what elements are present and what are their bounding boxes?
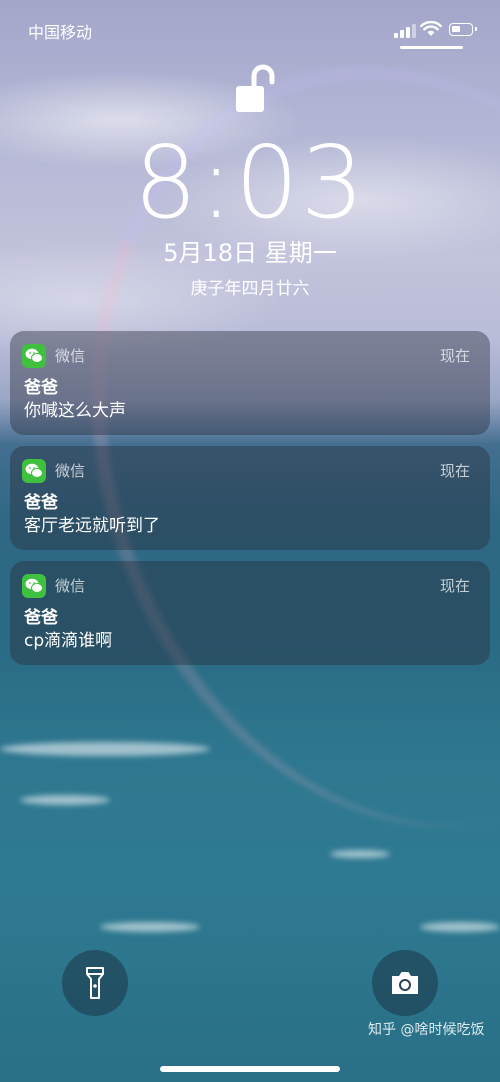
home-indicator[interactable] — [160, 1066, 340, 1072]
notification-time: 现在 — [439, 347, 470, 365]
notification-time: 现在 — [439, 462, 470, 480]
carrier-name: 中国移动 — [28, 23, 93, 42]
control-center-indicator[interactable] — [400, 46, 463, 49]
notification-app-name: 微信 — [55, 347, 86, 365]
wave-foam — [420, 922, 500, 932]
notification-card[interactable]: 微信 现在 爸爸 cp滴滴谁啊 — [10, 561, 490, 665]
wave-foam — [20, 795, 110, 805]
notification-sender: 爸爸 — [24, 378, 58, 398]
flashlight-button[interactable] — [62, 950, 128, 1016]
lunar-date: 庚子年四月廿六 — [190, 279, 310, 299]
wifi-icon — [420, 21, 442, 36]
notification-card[interactable]: 微信 现在 爸爸 客厅老远就听到了 — [10, 446, 490, 550]
wechat-icon — [22, 344, 46, 368]
wave-foam — [100, 922, 200, 932]
unlocked-padlock-icon — [236, 64, 275, 112]
signal-icon — [394, 24, 416, 38]
notification-app-name: 微信 — [55, 577, 86, 595]
lock-date: 5月18日 星期一 — [163, 239, 337, 267]
notification-card[interactable]: 微信 现在 爸爸 你喊这么大声 — [10, 331, 490, 435]
notification-message: 你喊这么大声 — [24, 401, 126, 421]
battery-icon — [449, 23, 477, 36]
wechat-icon — [22, 574, 46, 598]
wechat-icon — [22, 459, 46, 483]
flashlight-icon — [86, 967, 104, 999]
lock-time: 8:03 — [133, 124, 367, 241]
notification-sender: 爸爸 — [24, 493, 58, 513]
camera-icon — [392, 972, 418, 994]
notification-sender: 爸爸 — [24, 608, 58, 628]
notification-app-name: 微信 — [55, 462, 86, 480]
camera-button[interactable] — [372, 950, 438, 1016]
lock-screen: 中国移动 8:03 5月18日 星期一 庚子年四月廿六 微信 现在 爸爸 你喊这… — [0, 0, 500, 1082]
notification-message: 客厅老远就听到了 — [24, 516, 160, 536]
notification-message: cp滴滴谁啊 — [24, 631, 113, 651]
status-bar: 中国移动 — [0, 0, 500, 60]
wave-foam — [330, 850, 390, 858]
notification-time: 现在 — [439, 577, 470, 595]
wave-foam — [0, 742, 210, 756]
watermark: 知乎 @啥时候吃饭 — [368, 1022, 485, 1038]
